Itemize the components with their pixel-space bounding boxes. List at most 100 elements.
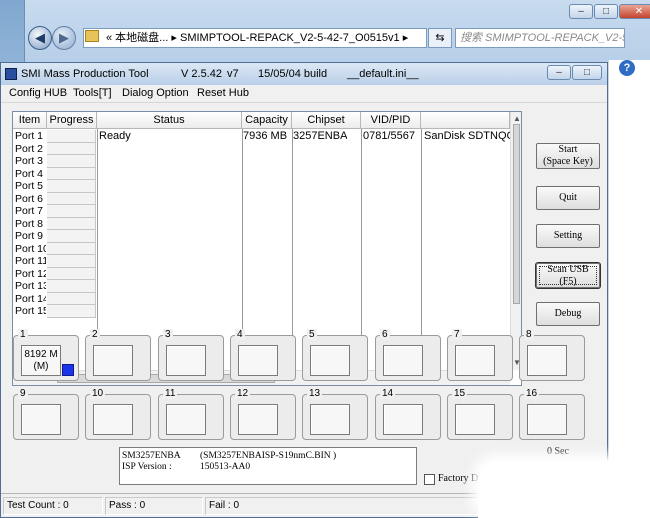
port-box-number: 13 [307, 388, 323, 399]
table-row-item[interactable]: Port 10 [13, 242, 46, 255]
minimize-icon[interactable]: – [569, 4, 593, 19]
factory-drive-checkbox[interactable] [424, 474, 435, 485]
port-box[interactable]: 4 [230, 329, 296, 381]
port-box-number: 16 [524, 388, 540, 399]
info-isp-version: 150513-AA0 [200, 462, 251, 472]
port-box[interactable]: 3 [158, 329, 224, 381]
version-label: V 2.5.42 [181, 68, 222, 80]
port-box[interactable]: 16 [519, 388, 585, 440]
build-label: 15/05/04 build [258, 68, 328, 80]
port-box[interactable]: 2 [85, 329, 151, 381]
col-header-progress[interactable]: Progress [47, 112, 97, 129]
row1-status: Ready [99, 130, 131, 142]
port-box[interactable]: 12 [230, 388, 296, 440]
col-header-device[interactable] [421, 112, 510, 129]
address-bar[interactable]: « 本地磁盘... ▸ SMIMPTOOL-REPACK_V2-5-42-7_O… [83, 28, 427, 48]
smi-minimize-icon[interactable]: – [547, 65, 571, 80]
progress-cell [47, 267, 96, 280]
progress-cell [47, 292, 96, 305]
scroll-up-icon[interactable]: ▲ [513, 114, 521, 123]
port-box-capacity: 8192 M [24, 349, 58, 360]
port-box-display [455, 404, 495, 435]
vertical-scrollbar[interactable]: ▲ ▼ [510, 112, 521, 370]
port-box-number: 3 [163, 329, 173, 340]
help-icon[interactable]: ? [619, 60, 635, 76]
port-box-unit: (M) [33, 361, 49, 372]
table-row-item[interactable]: Port 12 [13, 267, 46, 280]
port-box[interactable]: 14 [375, 388, 441, 440]
address-text: « 本地磁盘... ▸ SMIMPTOOL-REPACK_V2-5-42-7_O… [106, 32, 409, 44]
port-box-display [383, 404, 423, 435]
port-box[interactable]: 1 8192 M (M) [13, 329, 79, 381]
version-suffix: v7 [227, 68, 239, 80]
port-box[interactable]: 6 [375, 329, 441, 381]
debug-button[interactable]: Debug [536, 302, 600, 326]
port-box[interactable]: 11 [158, 388, 224, 440]
col-header-chipset[interactable]: Chipset [292, 112, 361, 129]
port-box[interactable]: 8 [519, 329, 585, 381]
col-header-status[interactable]: Status [97, 112, 242, 129]
port-box[interactable]: 7 [447, 329, 513, 381]
table-row-item[interactable]: Port 8 [13, 217, 46, 230]
table-row-item[interactable]: Port 11 [13, 255, 46, 268]
port-box-display [383, 345, 423, 376]
forward-icon[interactable]: ▶ [52, 26, 76, 50]
table-row-item[interactable]: Port 7 [13, 205, 46, 218]
vertical-scroll-thumb[interactable] [513, 124, 520, 304]
col-header-capacity[interactable]: Capacity [242, 112, 292, 129]
port-box[interactable]: 15 [447, 388, 513, 440]
blurred-overlay [478, 460, 650, 518]
progress-cell [47, 180, 96, 193]
table-row-item[interactable]: Port 15 [13, 305, 46, 318]
port-box-display [310, 404, 350, 435]
info-isp-label: ISP Version : [122, 462, 172, 472]
smi-maximize-icon[interactable]: □ [572, 65, 602, 80]
port-box-display [166, 404, 206, 435]
row1-chipset: 3257ENBA [293, 130, 348, 142]
search-placeholder: 搜索 SMIMPTOOL-REPACK_V2-5-4... [460, 32, 624, 44]
menu-tools[interactable]: Tools[T] [73, 87, 112, 99]
refresh-icon[interactable]: ⇆ [428, 28, 452, 48]
port-box[interactable]: 10 [85, 388, 151, 440]
menu-config-hub[interactable]: Config HUB [9, 87, 67, 99]
scan-usb-button[interactable]: Scan USB (F5) [536, 263, 600, 288]
table-row-item[interactable]: Port 3 [13, 155, 46, 168]
quit-button[interactable]: Quit [536, 186, 600, 210]
table-row-item[interactable]: Port 2 [13, 142, 46, 155]
row1-vidpid: 0781/5567 [363, 130, 415, 142]
menu-bar: Config HUB Tools[T] Dialog Option Reset … [1, 85, 607, 103]
back-icon[interactable]: ◀ [28, 26, 52, 50]
setting-button[interactable]: Setting [536, 224, 600, 248]
search-input[interactable]: 搜索 SMIMPTOOL-REPACK_V2-5-4... [455, 28, 625, 48]
smi-window: SMI Mass Production Tool V 2.5.42 v7 15/… [0, 62, 608, 518]
maximize-icon[interactable]: □ [594, 4, 618, 19]
table-row-item[interactable]: Port 13 [13, 280, 46, 293]
table-row-item[interactable]: Port 9 [13, 230, 46, 243]
pass-count-label: Pass : 0 [105, 497, 203, 515]
port-box[interactable]: 13 [302, 388, 368, 440]
app-icon [5, 68, 17, 80]
port-box-number: 6 [380, 329, 390, 340]
col-divider [421, 129, 422, 369]
progress-cell [47, 167, 96, 180]
table-row-item[interactable]: Port 6 [13, 192, 46, 205]
col-divider [292, 129, 293, 369]
port-status-indicator [62, 364, 74, 376]
menu-dialog-option[interactable]: Dialog Option [122, 87, 189, 99]
row1-capacity: 7936 MB [243, 130, 288, 142]
port-box-number: 11 [163, 388, 178, 399]
port-box[interactable]: 5 [302, 329, 368, 381]
ini-label: __default.ini__ [347, 68, 419, 80]
port-box-number: 8 [524, 329, 534, 340]
port-box-number: 15 [452, 388, 468, 399]
menu-reset-hub[interactable]: Reset Hub [197, 87, 249, 99]
table-row-item[interactable]: Port 1 [13, 130, 46, 143]
port-box[interactable]: 9 [13, 388, 79, 440]
col-header-vidpid[interactable]: VID/PID [361, 112, 421, 129]
table-row-item[interactable]: Port 5 [13, 180, 46, 193]
close-icon[interactable]: ✕ [619, 4, 650, 19]
table-row-item[interactable]: Port 4 [13, 167, 46, 180]
table-row-item[interactable]: Port 14 [13, 292, 46, 305]
col-header-item[interactable]: Item [13, 112, 47, 129]
start-button[interactable]: Start (Space Key) [536, 143, 600, 169]
